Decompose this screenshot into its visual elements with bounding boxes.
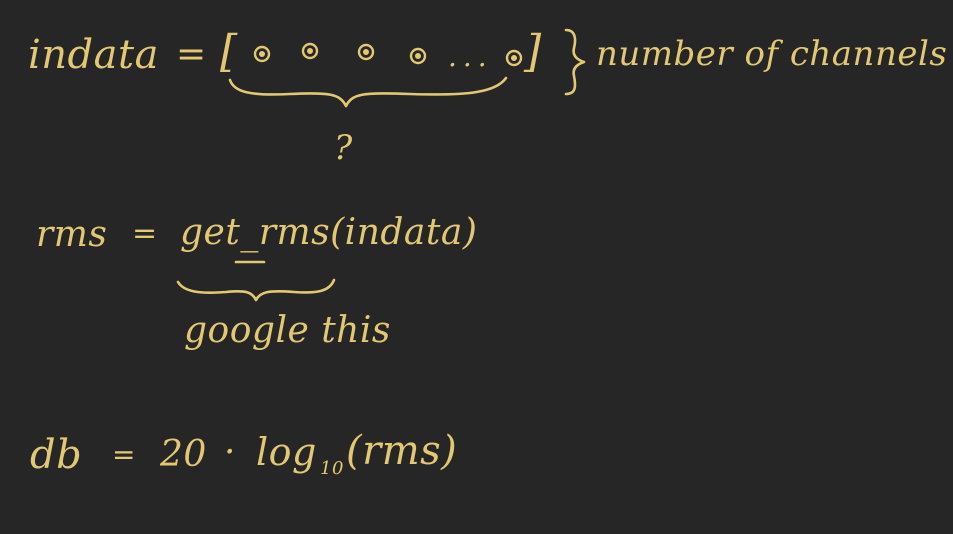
sample-circle-3-fill bbox=[363, 49, 369, 55]
question-mark: ? bbox=[334, 128, 353, 168]
sample-circle-2-fill bbox=[307, 48, 313, 54]
sample-circle-5-fill bbox=[511, 55, 517, 61]
equals-sign-1: = bbox=[176, 34, 207, 75]
samples-underbrace bbox=[228, 76, 508, 108]
handwritten-strokes bbox=[176, 28, 586, 302]
sample-circle-2 bbox=[301, 42, 319, 60]
equals-sign-2: = bbox=[132, 216, 158, 251]
sample-circle-1-fill bbox=[259, 51, 265, 57]
ellipsis: ... bbox=[448, 40, 493, 73]
equals-sign-3: = bbox=[112, 438, 136, 471]
log-label: log bbox=[256, 430, 317, 474]
google-note: google this bbox=[184, 310, 391, 351]
multiply-dot: · bbox=[224, 432, 236, 473]
close-bracket: ] bbox=[524, 26, 542, 77]
channels-brace bbox=[564, 28, 586, 96]
sample-circle-4-fill bbox=[415, 53, 421, 59]
get-rms-underbrace bbox=[176, 278, 336, 302]
sample-circle-3 bbox=[357, 43, 375, 61]
factor-twenty: 20 bbox=[160, 434, 207, 475]
rms-label: rms bbox=[36, 214, 108, 255]
open-bracket: [ bbox=[220, 26, 238, 77]
log-argument: (rms) bbox=[346, 428, 458, 474]
db-label: db bbox=[30, 432, 83, 478]
whiteboard-canvas: indata = [ ... ] number of channels ? rm… bbox=[0, 0, 953, 534]
channels-label: number of channels bbox=[596, 34, 948, 74]
sample-circle-4 bbox=[409, 47, 427, 65]
log-subscript: 10 bbox=[320, 458, 344, 479]
sample-circle-5 bbox=[505, 49, 523, 67]
sample-circle-1 bbox=[253, 45, 271, 63]
indata-label: indata bbox=[28, 32, 159, 78]
get-rms-call: get_rms(indata) bbox=[180, 212, 478, 253]
